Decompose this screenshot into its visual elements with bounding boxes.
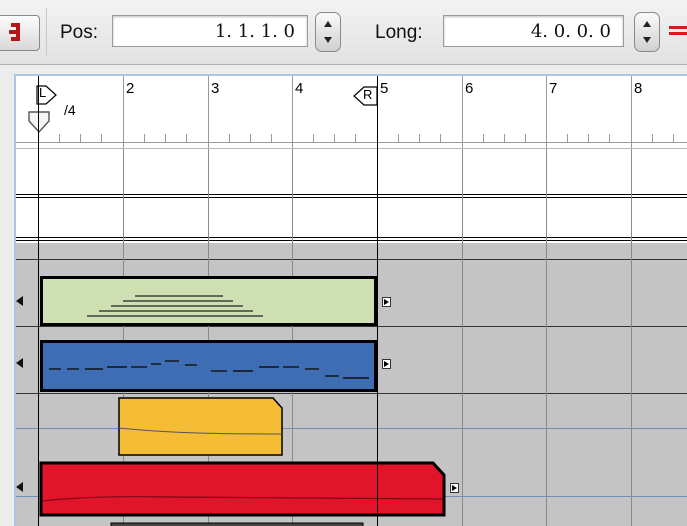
grid-line — [462, 149, 463, 526]
track-separator — [16, 393, 687, 394]
toolbar: Pos: 1. 1. 1. 0 Long: 4. 0. 0. 0 — [0, 0, 687, 65]
locator-line — [377, 76, 378, 526]
ruler-tick — [271, 134, 272, 142]
ruler-tick — [80, 134, 81, 142]
ruler-tick — [334, 134, 335, 142]
ruler-tick — [673, 134, 674, 142]
pos-label: Pos: — [60, 22, 99, 43]
ruler-tick — [355, 134, 356, 142]
stepper-up-icon[interactable] — [643, 21, 651, 27]
equal-icon[interactable] — [669, 26, 687, 38]
bar-number: 8 — [634, 80, 643, 97]
midi-region-partial[interactable] — [110, 522, 364, 526]
ruler-tick — [525, 134, 526, 142]
region-right-handle-icon[interactable] — [382, 359, 391, 369]
region-left-handle-icon[interactable] — [16, 358, 23, 368]
track-separator — [16, 237, 687, 238]
bar-number: 5 — [380, 80, 389, 97]
bar-line — [292, 76, 293, 148]
bar-number: 2 — [126, 80, 135, 97]
ruler-tick — [165, 134, 166, 142]
bar-number: 4 — [295, 80, 304, 97]
bar-line — [631, 76, 632, 148]
bar-number: 3 — [211, 80, 220, 97]
bar-number: 6 — [465, 80, 474, 97]
toolbar-separator — [46, 8, 47, 56]
playhead-handle-icon[interactable] — [27, 110, 51, 134]
grid-line — [546, 149, 547, 526]
bar-number: 7 — [549, 80, 558, 97]
ruler-baseline — [16, 142, 687, 143]
link-button[interactable] — [0, 15, 40, 51]
empty-track-lanes[interactable] — [16, 149, 687, 243]
right-locator-label: R — [363, 87, 373, 102]
track-separator — [16, 240, 687, 241]
arrange-area[interactable]: 2 3 4 5 6 7 8 /4 L R — [14, 74, 687, 526]
midi-region-blue[interactable] — [40, 340, 377, 392]
link-icon — [9, 23, 20, 41]
ruler-tick — [250, 134, 251, 142]
bar-ruler[interactable]: 2 3 4 5 6 7 8 /4 L R — [16, 76, 687, 149]
bar-line — [123, 76, 124, 148]
bar-line — [208, 76, 209, 148]
region-left-handle-icon[interactable] — [16, 296, 23, 306]
ruler-tick — [567, 134, 568, 142]
bar-line — [462, 76, 463, 148]
stepper-down-icon[interactable] — [324, 37, 332, 43]
ruler-tick — [101, 134, 102, 142]
position-field[interactable]: 1. 1. 1. 0 — [112, 15, 308, 47]
region-note-lines — [87, 295, 263, 317]
ruler-tick — [440, 134, 441, 142]
playhead-line[interactable] — [38, 76, 39, 526]
region-left-handle-icon[interactable] — [16, 482, 23, 492]
region-note-lines — [49, 360, 369, 379]
ruler-tick — [609, 134, 610, 142]
stepper-down-icon[interactable] — [643, 37, 651, 43]
long-label: Long: — [375, 22, 423, 43]
ruler-tick — [652, 134, 653, 142]
length-field[interactable]: 4. 0. 0. 0 — [443, 15, 624, 47]
midi-region-green[interactable] — [40, 276, 377, 326]
ruler-tick — [144, 134, 145, 142]
ruler-tick — [59, 134, 60, 142]
region-right-handle-icon[interactable] — [382, 297, 391, 307]
ruler-tick — [483, 134, 484, 142]
ruler-tick — [419, 134, 420, 142]
midi-region-red[interactable] — [39, 461, 447, 517]
bar-line — [546, 76, 547, 148]
position-stepper[interactable] — [315, 12, 341, 52]
midi-region-yellow[interactable] — [117, 396, 285, 458]
ruler-tick — [398, 134, 399, 142]
track-separator — [16, 259, 687, 260]
score-window: Pos: 1. 1. 1. 0 Long: 4. 0. 0. 0 2 3 4 5… — [0, 0, 687, 526]
track-separator — [16, 197, 687, 198]
ruler-tick — [588, 134, 589, 142]
region-right-handle-icon[interactable] — [450, 483, 459, 493]
length-stepper[interactable] — [634, 12, 660, 52]
left-locator-label: L — [39, 85, 47, 100]
ruler-tick — [504, 134, 505, 142]
track-separator — [16, 194, 687, 195]
stepper-up-icon[interactable] — [324, 21, 332, 27]
grid-line — [631, 149, 632, 526]
track-separator — [16, 326, 687, 327]
ruler-tick — [229, 134, 230, 142]
ruler-tick — [313, 134, 314, 142]
time-signature: /4 — [64, 102, 76, 118]
ruler-tick — [186, 134, 187, 142]
